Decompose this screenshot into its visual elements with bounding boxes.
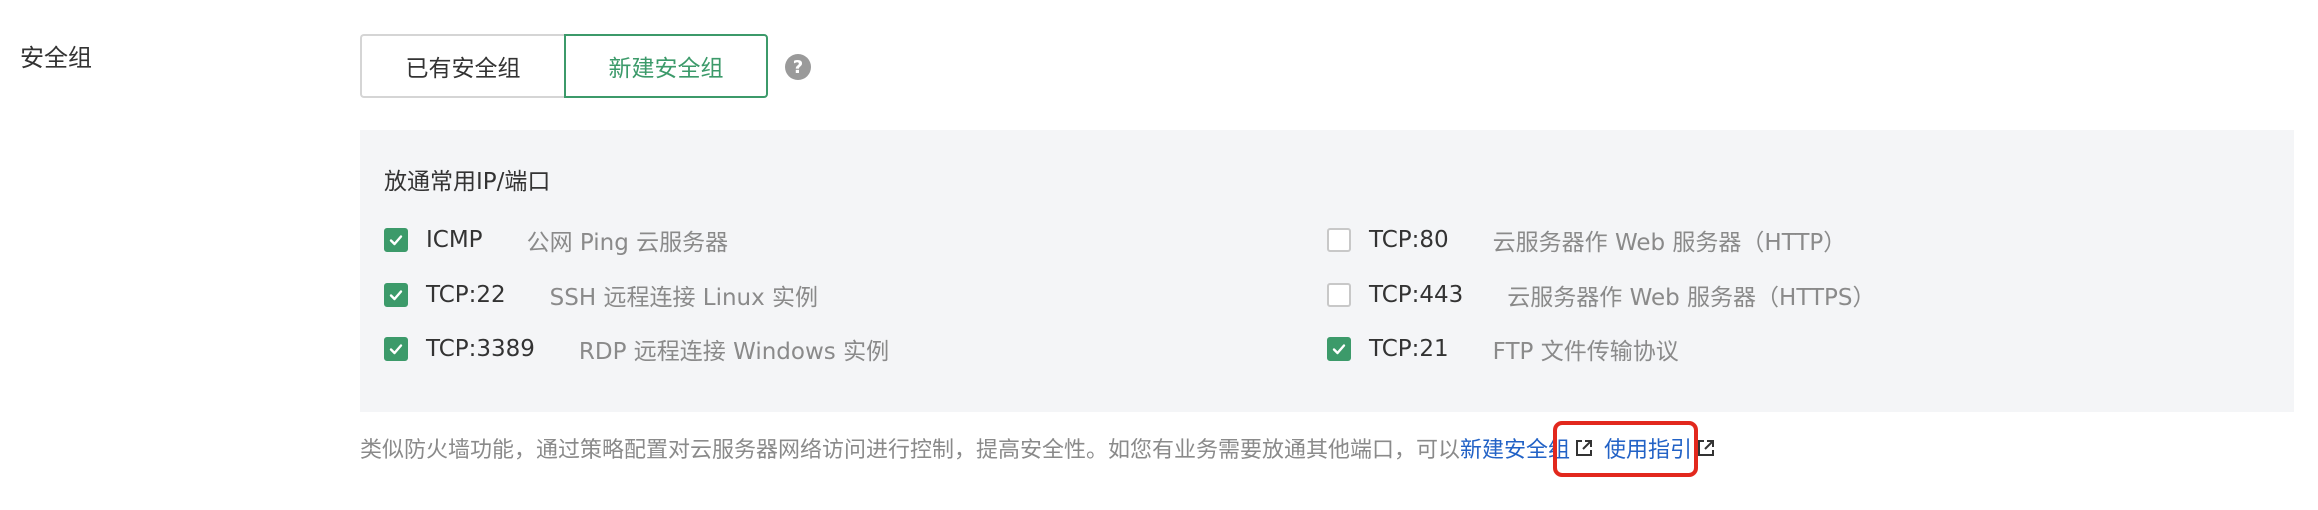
- security-group-label: 安全组: [20, 44, 92, 72]
- rule-port: TCP:443: [1369, 282, 1464, 308]
- rule-description: 云服务器作 Web 服务器（HTTPS）: [1507, 285, 1876, 311]
- rule-description: SSH 远程连接 Linux 实例: [549, 285, 819, 311]
- existing-security-group-button[interactable]: 已有安全组: [360, 34, 564, 98]
- checkmark-icon: [389, 290, 403, 301]
- checkbox-checked[interactable]: [1327, 337, 1351, 361]
- checkbox-checked[interactable]: [384, 283, 408, 307]
- rule-description: RDP 远程连接 Windows 实例: [578, 339, 890, 365]
- security-group-toggle: 已有安全组 新建安全组: [360, 34, 768, 98]
- checkbox-unchecked[interactable]: [1327, 283, 1351, 307]
- panel-title: 放通常用IP/端口: [384, 169, 551, 195]
- help-icon[interactable]: ?: [785, 54, 811, 80]
- rule-description: 云服务器作 Web 服务器（HTTP）: [1492, 230, 1847, 256]
- rule-icmp: ICMP 公网 Ping 云服务器: [384, 223, 728, 257]
- common-ports-panel: 放通常用IP/端口 ICMP 公网 Ping 云服务器 TCP:22 SSH 远…: [360, 130, 2294, 412]
- rule-tcp-80: TCP:80 云服务器作 Web 服务器（HTTP）: [1327, 223, 1846, 257]
- rule-tcp-22: TCP:22 SSH 远程连接 Linux 实例: [384, 278, 818, 312]
- rule-port: TCP:22: [426, 282, 506, 308]
- rule-port: ICMP: [426, 227, 483, 253]
- new-security-group-button[interactable]: 新建安全组: [564, 34, 768, 98]
- rule-tcp-3389: TCP:3389 RDP 远程连接 Windows 实例: [384, 332, 889, 366]
- rule-tcp-21: TCP:21 FTP 文件传输协议: [1327, 332, 1679, 366]
- checkbox-unchecked[interactable]: [1327, 228, 1351, 252]
- checkmark-icon: [389, 235, 403, 246]
- highlight-annotation: [1553, 421, 1698, 477]
- rule-port: TCP:3389: [426, 336, 535, 362]
- rule-tcp-443: TCP:443 云服务器作 Web 服务器（HTTPS）: [1327, 278, 1876, 312]
- rule-port: TCP:80: [1369, 227, 1449, 253]
- footer-text: 类似防火墙功能，通过策略配置对云服务器网络访问进行控制，提高安全性。如您有业务需…: [360, 438, 1461, 463]
- security-group-description: 类似防火墙功能，通过策略配置对云服务器网络访问进行控制，提高安全性。如您有业务需…: [360, 432, 1726, 464]
- rule-description: 公网 Ping 云服务器: [526, 230, 729, 256]
- rule-description: FTP 文件传输协议: [1492, 339, 1679, 365]
- checkmark-icon: [389, 344, 403, 355]
- external-link-icon[interactable]: [1696, 438, 1716, 458]
- checkbox-checked[interactable]: [384, 337, 408, 361]
- checkmark-icon: [1332, 344, 1346, 355]
- rule-port: TCP:21: [1369, 336, 1449, 362]
- checkbox-checked[interactable]: [384, 228, 408, 252]
